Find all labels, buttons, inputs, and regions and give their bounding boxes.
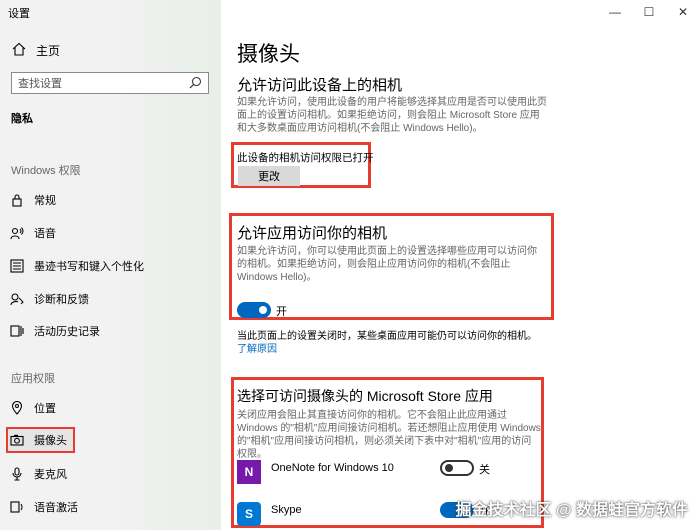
search-icon[interactable] <box>189 76 202 92</box>
sidebar-item-general[interactable]: 常规 <box>8 189 56 211</box>
sidebar-item-diagnostics[interactable]: 诊断和反馈 <box>8 288 89 310</box>
note-text: 当此页面上的设置关闭时，某些桌面应用可能仍可以访问你的相机。 <box>237 331 537 342</box>
history-icon <box>10 324 24 338</box>
location-icon <box>10 401 24 415</box>
close-button[interactable]: ✕ <box>666 0 700 24</box>
sidebar-item-label: 麦克风 <box>34 469 67 481</box>
section3-description: 关闭应用会阻止其直接访问你的相机。它不会阻止此应用通过 Windows 的"相机… <box>237 410 541 460</box>
section-title: 隐私 <box>11 113 33 125</box>
page-title: 摄像头 <box>237 43 300 66</box>
desktop-apps-note: 当此页面上的设置关闭时，某些桌面应用可能仍可以访问你的相机。 了解原因 <box>237 330 547 356</box>
sidebar-item-home[interactable]: 主页 <box>12 42 60 59</box>
main-content: — ☐ ✕ 摄像头 允许访问此设备上的相机 如果允许访问，使用此设备的用户将能够… <box>221 0 700 530</box>
search-input[interactable]: 查找设置 <box>11 72 209 94</box>
sidebar-item-label: 常规 <box>34 195 56 207</box>
sidebar-item-camera[interactable]: 摄像头 <box>6 427 75 453</box>
app-access-toggle-label: 开 <box>276 306 287 318</box>
group-label-app: 应用权限 <box>11 373 55 385</box>
sidebar-item-label: 摄像头 <box>34 435 67 447</box>
sidebar-item-speech[interactable]: 语音 <box>8 222 56 244</box>
sidebar-item-microphone[interactable]: 麦克风 <box>8 463 67 485</box>
sidebar-item-label: 位置 <box>34 403 56 415</box>
sidebar-item-label: 语音 <box>34 228 56 240</box>
sidebar-item-label: 诊断和反馈 <box>34 294 89 306</box>
section3-heading: 选择可访问摄像头的 Microsoft Store 应用 <box>237 388 493 404</box>
onenote-camera-toggle[interactable] <box>440 460 474 476</box>
window-title: 设置 <box>8 8 30 20</box>
speech-icon <box>10 226 24 240</box>
watermark: 掘金技术社区 @ 数据蛙官方软件 <box>455 502 689 519</box>
maximize-button[interactable]: ☐ <box>632 0 666 24</box>
window-controls: — ☐ ✕ <box>598 0 700 24</box>
section2-heading: 允许应用访问你的相机 <box>237 225 388 242</box>
sidebar-item-label: 墨迹书写和键入个性化 <box>34 261 144 273</box>
camera-icon <box>10 433 24 447</box>
section2-description: 如果允许访问，你可以使用此页面上的设置选择哪些应用可以访问你的相机。如果拒绝访问… <box>237 246 537 283</box>
skype-app-icon: S <box>237 502 261 526</box>
sidebar: 设置 主页 查找设置 隐私 Windows 权限 常规 语音 墨迹书写和键入个性… <box>0 0 221 530</box>
home-icon <box>12 42 26 59</box>
change-button[interactable]: 更改 <box>238 166 300 186</box>
lock-icon <box>10 193 24 207</box>
onenote-app-name: OneNote for Windows 10 <box>271 462 394 474</box>
camera-access-status: 此设备的相机访问权限已打开 <box>237 152 374 164</box>
group-label-windows: Windows 权限 <box>11 165 81 177</box>
keyboard-icon <box>10 259 24 273</box>
learn-why-link[interactable]: 了解原因 <box>237 344 277 355</box>
section1-heading: 允许访问此设备上的相机 <box>237 77 403 94</box>
skype-app-name: Skype <box>271 504 302 516</box>
minimize-button[interactable]: — <box>598 0 632 24</box>
voice-icon <box>10 500 24 514</box>
onenote-toggle-label: 关 <box>479 464 490 476</box>
feedback-icon <box>10 292 24 306</box>
app-access-toggle[interactable] <box>237 302 271 318</box>
sidebar-item-voice-activation[interactable]: 语音激活 <box>8 496 78 518</box>
microphone-icon <box>10 467 24 481</box>
sidebar-item-location[interactable]: 位置 <box>8 397 56 419</box>
sidebar-item-activity[interactable]: 活动历史记录 <box>8 320 100 342</box>
sidebar-item-inking[interactable]: 墨迹书写和键入个性化 <box>8 255 144 277</box>
sidebar-item-label: 语音激活 <box>34 502 78 514</box>
sidebar-item-label: 主页 <box>36 44 61 58</box>
section1-description: 如果允许访问，使用此设备的用户将能够选择其应用是否可以使用此页面上的设置访问相机… <box>237 97 547 134</box>
onenote-app-icon: N <box>237 460 261 484</box>
sidebar-item-label: 活动历史记录 <box>34 326 100 338</box>
search-placeholder: 查找设置 <box>18 78 62 90</box>
